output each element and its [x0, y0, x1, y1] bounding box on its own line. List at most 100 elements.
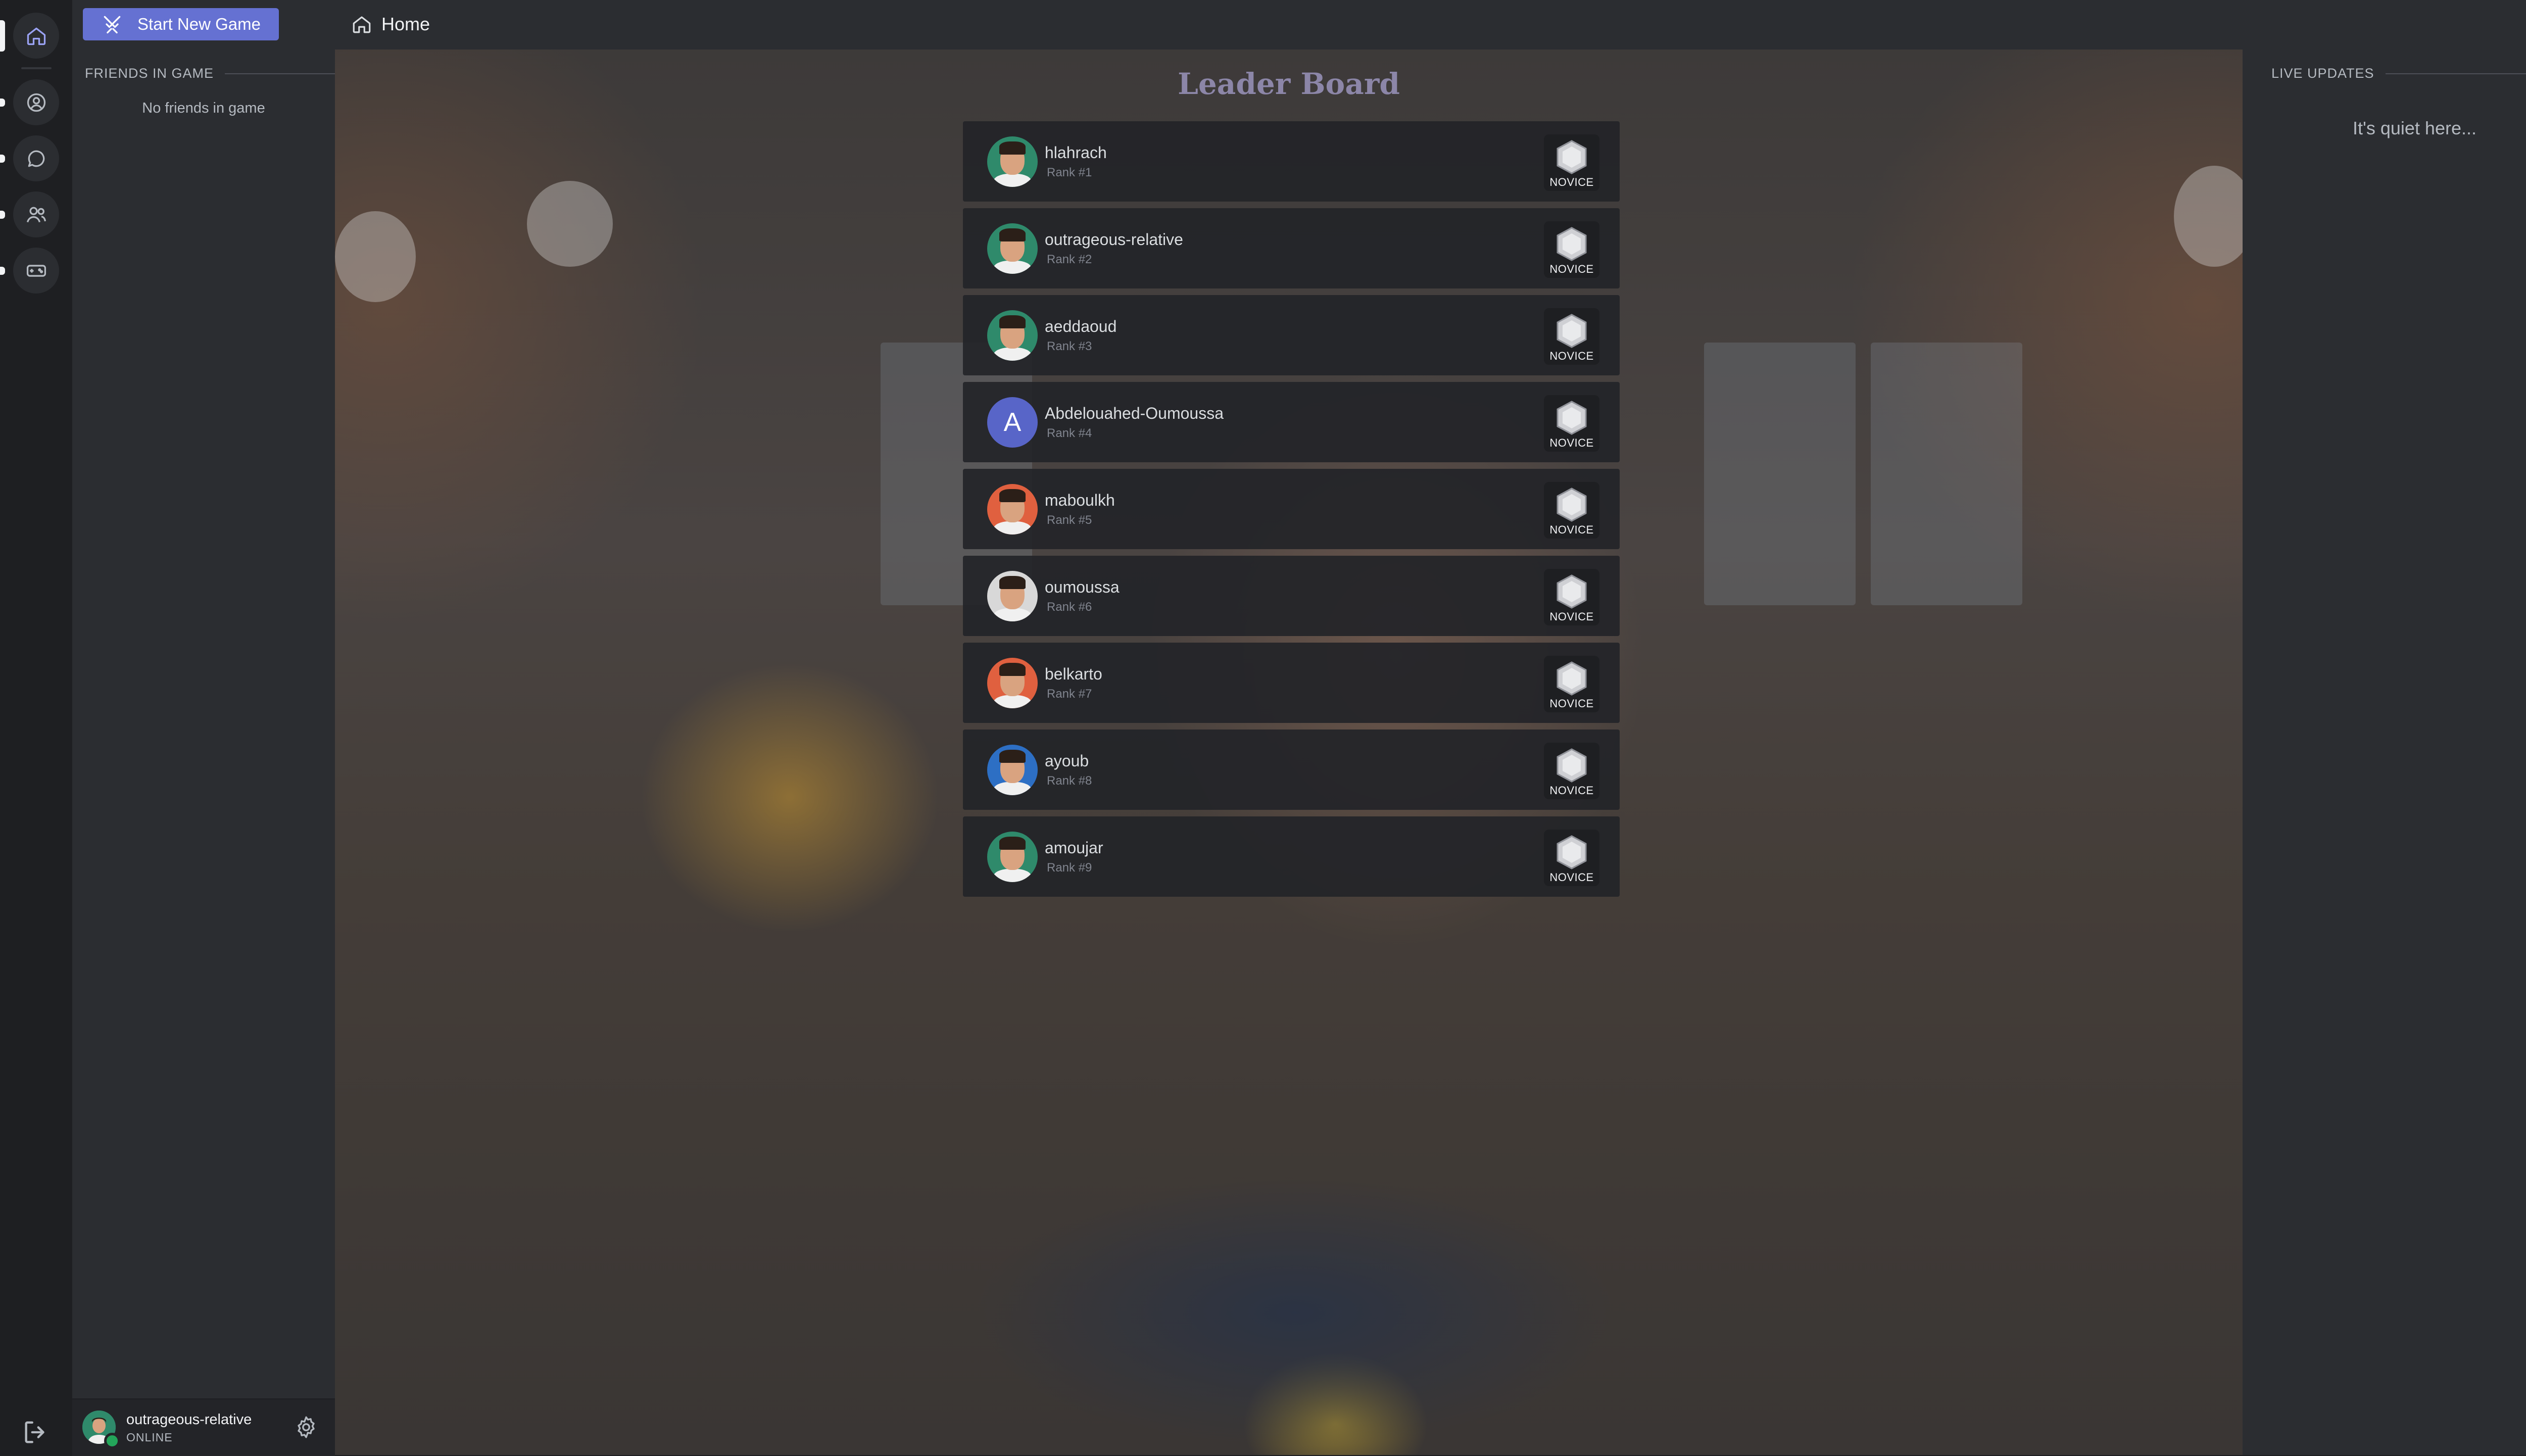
avatar-initial: A [1003, 408, 1022, 437]
online-status-dot [104, 1433, 120, 1449]
avatar-hair [999, 228, 1026, 241]
rail-chat-button[interactable] [13, 135, 59, 181]
leaderboard-row[interactable]: aeddaoud Rank #3 NOVICE [963, 295, 1620, 375]
current-username: outrageous-relative [126, 1412, 252, 1428]
avatar[interactable] [987, 136, 1038, 187]
avatar[interactable]: A [987, 397, 1038, 448]
live-updates-header: LIVE UPDATES [2271, 66, 2526, 81]
divider [225, 73, 335, 74]
avatar[interactable] [987, 310, 1038, 361]
divider [2385, 73, 2526, 74]
background-window [1704, 343, 1856, 605]
start-new-game-button[interactable]: Start New Game [83, 8, 279, 40]
avatar-hair [999, 750, 1026, 763]
friends-in-game-header: FRIENDS IN GAME [85, 66, 335, 81]
leaderboard-row[interactable]: A Abdelouahed-Oumoussa Rank #4 NOVICE [963, 382, 1620, 462]
leaderboard-row[interactable]: maboulkh Rank #5 NOVICE [963, 469, 1620, 549]
avatar[interactable] [987, 223, 1038, 274]
avatar[interactable] [987, 571, 1038, 621]
rail-profile-button[interactable] [13, 79, 59, 125]
rail-home-button[interactable] [13, 13, 59, 59]
hexagon-badge-icon [1557, 314, 1587, 348]
avatar[interactable] [987, 658, 1038, 708]
background-window [1871, 343, 2022, 605]
player-rank: Rank #4 [1047, 426, 1092, 440]
gear-icon[interactable] [294, 1415, 319, 1440]
hexagon-badge-icon [1557, 488, 1587, 522]
start-new-game-label: Start New Game [137, 15, 261, 33]
player-username: oumoussa [1045, 578, 1120, 596]
tier-badge: NOVICE [1544, 482, 1599, 539]
avatar[interactable] [987, 745, 1038, 795]
tier-label: NOVICE [1549, 523, 1594, 536]
leaderboard-row[interactable]: amoujar Rank #9 NOVICE [963, 816, 1620, 897]
tier-label: NOVICE [1549, 697, 1594, 710]
current-user-status: ONLINE [126, 1431, 173, 1444]
top-bar: Start New Game Home [72, 0, 2526, 51]
player-rank: Rank #8 [1047, 774, 1092, 788]
player-username: hlahrach [1045, 143, 1107, 162]
player-username: amoujar [1045, 839, 1103, 857]
tier-label: NOVICE [1549, 176, 1594, 188]
tier-badge: NOVICE [1544, 308, 1599, 365]
unread-indicator [0, 267, 5, 275]
background-light [335, 211, 416, 302]
avatar-shirt [993, 695, 1032, 708]
leaderboard-row[interactable]: ayoub Rank #8 NOVICE [963, 730, 1620, 810]
avatar[interactable] [987, 484, 1038, 535]
tier-label: NOVICE [1549, 610, 1594, 623]
player-username: aeddaoud [1045, 317, 1117, 335]
avatar-shirt [993, 174, 1032, 187]
hexagon-badge-icon [1557, 748, 1587, 783]
friends-in-game-title: FRIENDS IN GAME [85, 66, 214, 81]
users-icon [26, 207, 46, 222]
player-username: belkarto [1045, 665, 1102, 683]
player-rank: Rank #3 [1047, 339, 1092, 353]
hexagon-badge-icon [1557, 140, 1587, 174]
live-updates-title: LIVE UPDATES [2271, 66, 2374, 81]
rail-separator [21, 67, 52, 69]
avatar-hair [999, 663, 1026, 676]
avatar-hair [999, 489, 1026, 502]
leaderboard-row[interactable]: oumoussa Rank #6 NOVICE [963, 556, 1620, 636]
leaderboard-title: Leader Board [1178, 67, 1400, 101]
tier-badge: NOVICE [1544, 395, 1599, 452]
main-content: Leader Board hlahrach Rank #1 NOVICE outrag… [335, 50, 2243, 1455]
user-bar: outrageous-relative ONLINE [72, 1398, 335, 1456]
avatar-shirt [993, 348, 1032, 361]
avatar-shirt [993, 869, 1032, 882]
live-updates-panel: LIVE UPDATES It's quiet here... [2243, 50, 2526, 1455]
tier-badge: NOVICE [1544, 221, 1599, 278]
hexagon-badge-icon [1557, 661, 1587, 696]
player-rank: Rank #9 [1047, 861, 1092, 875]
player-rank: Rank #6 [1047, 600, 1092, 614]
rail-games-button[interactable] [13, 248, 59, 294]
tier-badge: NOVICE [1544, 656, 1599, 712]
rail-friends-button[interactable] [13, 191, 59, 237]
leaderboard-row[interactable]: hlahrach Rank #1 NOVICE [963, 121, 1620, 202]
leaderboard-list: hlahrach Rank #1 NOVICE outrageous-relative… [963, 121, 1620, 903]
logout-icon[interactable] [21, 1418, 51, 1447]
tier-badge: NOVICE [1544, 830, 1599, 886]
leaderboard-row[interactable]: outrageous-relative Rank #2 NOVICE [963, 208, 1620, 288]
avatar-hair [999, 141, 1026, 155]
hexagon-badge-icon [1557, 835, 1587, 869]
player-rank: Rank #2 [1047, 253, 1092, 266]
tier-label: NOVICE [1549, 871, 1594, 884]
active-indicator [0, 20, 5, 52]
breadcrumb-label: Home [381, 14, 430, 34]
player-rank: Rank #7 [1047, 687, 1092, 701]
home-icon [353, 16, 371, 33]
hexagon-badge-icon [1557, 227, 1587, 261]
leaderboard-row[interactable]: belkarto Rank #7 NOVICE [963, 643, 1620, 723]
breadcrumb[interactable]: Home [351, 8, 430, 40]
avatar-hair [999, 315, 1026, 328]
avatar[interactable] [987, 832, 1038, 882]
unread-indicator [0, 155, 5, 163]
tier-label: NOVICE [1549, 436, 1594, 449]
tier-label: NOVICE [1549, 263, 1594, 275]
hexagon-badge-icon [1557, 574, 1587, 609]
player-rank: Rank #1 [1047, 166, 1092, 179]
avatar-hair [999, 576, 1026, 589]
tier-badge: NOVICE [1544, 134, 1599, 191]
